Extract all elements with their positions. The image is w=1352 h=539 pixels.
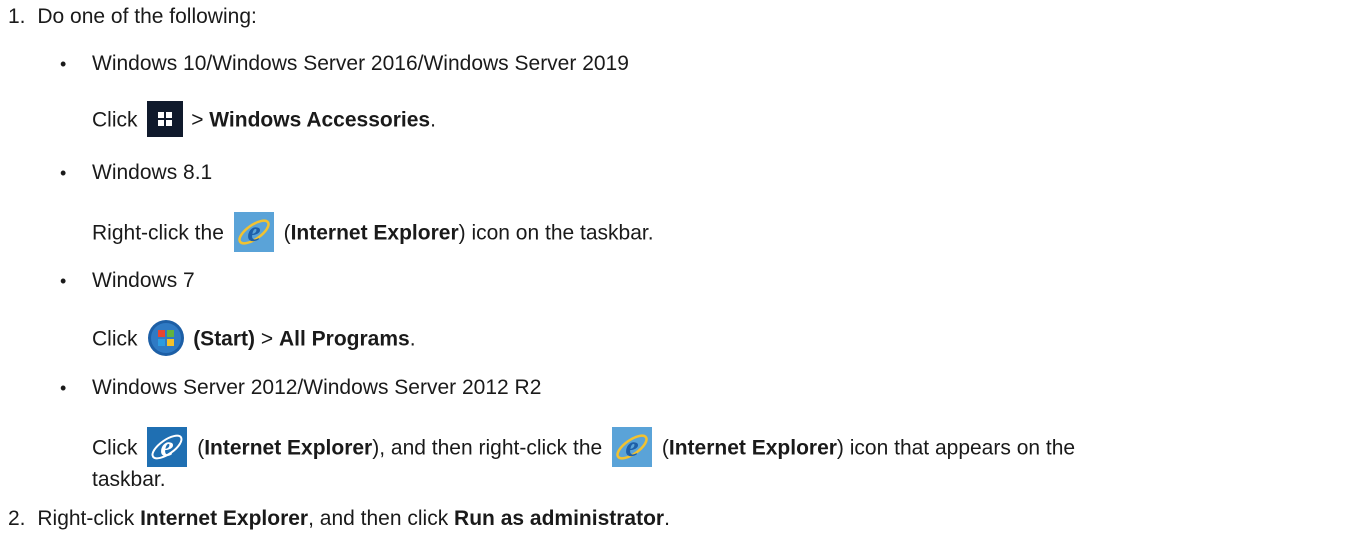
list-item-windows-server-2012: • Windows Server 2012/Windows Server 201… — [60, 375, 541, 401]
menu-target: Run as administrator — [454, 507, 665, 530]
windows-logo-icon — [147, 101, 184, 137]
svg-text:e: e — [247, 215, 260, 248]
punctuation: . — [409, 327, 416, 351]
punctuation: ( — [283, 221, 291, 245]
app-name: Internet Explorer — [668, 436, 837, 460]
separator: > — [191, 108, 204, 132]
start-label: (Start) — [193, 327, 256, 351]
punctuation: . — [430, 108, 436, 132]
instruction-windows7: Click (Start) > All Programs. — [92, 319, 416, 359]
step-2: 2. Right-click Internet Explorer, and th… — [8, 506, 670, 532]
item-heading: Windows 10/Windows Server 2016/Windows S… — [92, 52, 629, 75]
list-item-windows81: • Windows 8.1 — [60, 160, 212, 186]
bullet: • — [60, 271, 67, 291]
list-item-windows10: • Windows 10/Windows Server 2016/Windows… — [60, 51, 629, 77]
step-1: 1. Do one of the following: — [8, 4, 257, 30]
step-text: , and then click — [308, 507, 449, 530]
separator: > — [260, 327, 274, 351]
punctuation: ( — [661, 436, 669, 460]
step-text: Do one of the following: — [37, 5, 257, 28]
windows7-start-orb-icon — [147, 319, 185, 357]
internet-explorer-icon: e — [612, 427, 653, 467]
item-heading: Windows 8.1 — [92, 161, 213, 184]
instruction-text: ), and then right-click the — [372, 436, 603, 460]
app-name: Internet Explorer — [290, 221, 459, 245]
instruction-text: ) icon on the taskbar. — [458, 221, 654, 245]
svg-text:e: e — [161, 430, 174, 463]
internet-explorer-icon: e — [233, 212, 274, 252]
item-heading: Windows 7 — [92, 269, 195, 292]
instruction-windows10: Click > Windows Accessories. — [92, 101, 436, 139]
instruction-text: taskbar. — [92, 468, 166, 491]
list-item-windows7: • Windows 7 — [60, 268, 195, 294]
instruction-text: Right-click the — [92, 221, 224, 245]
instruction-windows-server-2012: Click e (Internet Explorer), and then ri… — [92, 427, 1076, 469]
instruction-text: Click — [92, 108, 138, 132]
step-number: 2. — [8, 507, 26, 530]
step-number: 1. — [8, 5, 26, 28]
svg-text:e: e — [625, 430, 638, 463]
instruction-text: Click — [92, 436, 138, 460]
app-name: Internet Explorer — [140, 507, 309, 530]
step-text: Right-click — [37, 507, 135, 530]
bullet: • — [60, 163, 67, 183]
menu-target: Windows Accessories — [209, 108, 431, 132]
internet-explorer-icon: e — [147, 427, 188, 467]
bullet: • — [60, 54, 67, 74]
instruction-text: ) icon that appears on the — [836, 436, 1076, 460]
item-heading: Windows Server 2012/Windows Server 2012 … — [92, 376, 542, 399]
instruction-windows81: Right-click the e (Internet Explorer) ic… — [92, 212, 654, 254]
punctuation: . — [664, 507, 670, 530]
instruction-wrap: taskbar. — [92, 467, 166, 493]
bullet: • — [60, 378, 67, 398]
instruction-text: Click — [92, 327, 138, 351]
app-name: Internet Explorer — [204, 436, 373, 460]
menu-target: All Programs — [278, 327, 410, 351]
